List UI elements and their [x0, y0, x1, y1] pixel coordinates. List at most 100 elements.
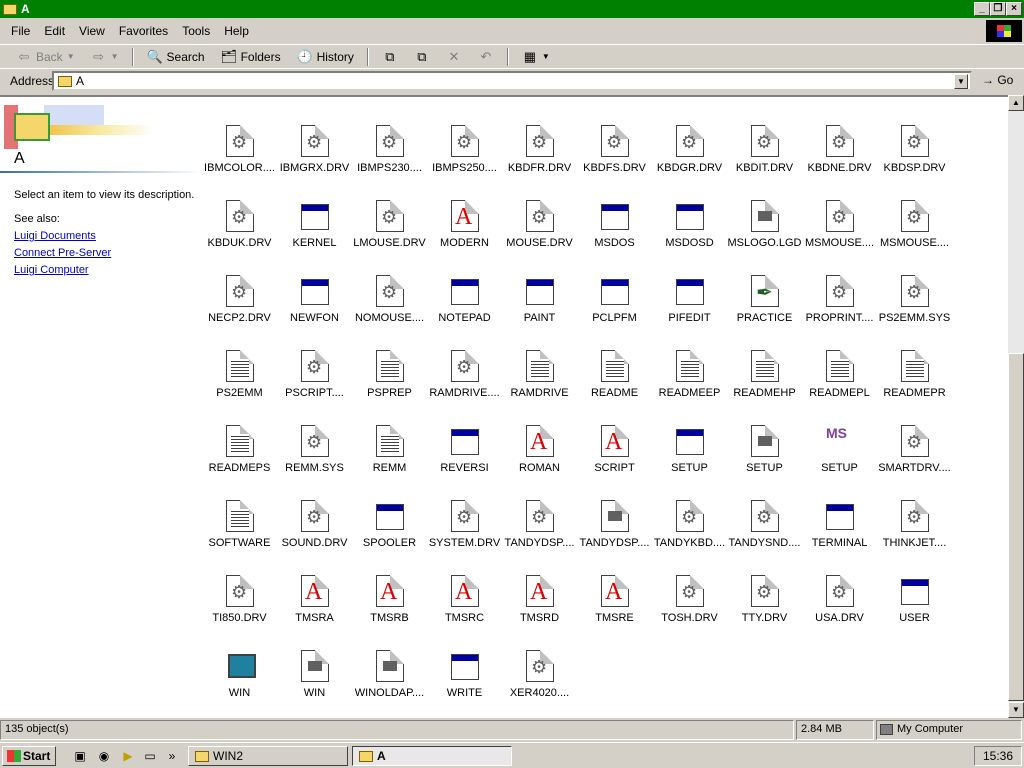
menu-tools[interactable]: Tools — [175, 24, 217, 38]
scroll-thumb[interactable] — [1008, 353, 1024, 701]
link-connect-pre-server[interactable]: Connect Pre-Server — [14, 247, 111, 259]
menu-file[interactable]: File — [4, 24, 37, 38]
restore-button[interactable]: ❐ — [990, 2, 1006, 16]
file-item[interactable]: WIN — [277, 650, 352, 718]
file-item[interactable]: NOMOUSE.... — [352, 275, 427, 345]
scroll-down-button[interactable]: ▼ — [1008, 702, 1024, 718]
file-item[interactable]: SYSTEM.DRV — [427, 500, 502, 570]
file-item[interactable]: SOFTWARE — [202, 500, 277, 570]
file-item[interactable]: USER — [877, 575, 952, 645]
file-item[interactable]: WRITE — [427, 650, 502, 718]
file-item[interactable]: PSPREP — [352, 350, 427, 420]
taskbar-item-a[interactable]: A — [352, 746, 512, 766]
file-item[interactable]: READMEHP — [727, 350, 802, 420]
file-item[interactable]: TMSRE — [577, 575, 652, 645]
file-item[interactable]: SMARTDRV.... — [877, 425, 952, 495]
back-button[interactable]: ⇦ Back ▼ — [10, 46, 81, 68]
file-item[interactable]: TMSRA — [277, 575, 352, 645]
file-item[interactable]: TOSH.DRV — [652, 575, 727, 645]
start-button[interactable]: Start — [2, 746, 56, 766]
file-item[interactable]: MSMOUSE.... — [802, 200, 877, 270]
file-item[interactable]: USA.DRV — [802, 575, 877, 645]
file-item[interactable]: SETUP — [652, 425, 727, 495]
history-button[interactable]: 🕘 History — [291, 46, 360, 68]
file-item[interactable]: MOUSE.DRV — [502, 200, 577, 270]
file-item[interactable]: NOTEPAD — [427, 275, 502, 345]
menu-help[interactable]: Help — [217, 24, 256, 38]
file-item[interactable]: TERMINAL — [802, 500, 877, 570]
file-item[interactable]: TI850.DRV — [202, 575, 277, 645]
minimize-button[interactable]: _ — [974, 2, 990, 16]
file-item[interactable]: MSMOUSE.... — [877, 200, 952, 270]
file-item[interactable]: TTY.DRV — [727, 575, 802, 645]
file-item[interactable]: IBMPS250.... — [427, 125, 502, 195]
file-item[interactable]: PROPRINT.... — [802, 275, 877, 345]
link-luigi-documents[interactable]: Luigi Documents — [14, 230, 96, 242]
file-item[interactable]: KBDFR.DRV — [502, 125, 577, 195]
file-item[interactable]: KBDNE.DRV — [802, 125, 877, 195]
file-item[interactable]: KBDIT.DRV — [727, 125, 802, 195]
file-item[interactable]: KBDUK.DRV — [202, 200, 277, 270]
file-item[interactable]: TANDYDSP.... — [502, 500, 577, 570]
file-item[interactable]: READMEPL — [802, 350, 877, 420]
file-item[interactable]: RAMDRIVE.... — [427, 350, 502, 420]
file-item[interactable]: READMEPR — [877, 350, 952, 420]
move-to-button[interactable]: ⧉ — [376, 46, 404, 68]
file-item[interactable]: NEWFON — [277, 275, 352, 345]
file-item[interactable]: MSLOGO.LGD — [727, 200, 802, 270]
file-item[interactable]: LMOUSE.DRV — [352, 200, 427, 270]
file-item[interactable]: README — [577, 350, 652, 420]
file-item[interactable]: KBDFS.DRV — [577, 125, 652, 195]
menu-view[interactable]: View — [72, 24, 112, 38]
file-item[interactable]: IBMCOLOR.... — [202, 125, 277, 195]
file-item[interactable]: SOUND.DRV — [277, 500, 352, 570]
file-item[interactable]: PCLPFM — [577, 275, 652, 345]
vertical-scrollbar[interactable]: ▲ ▼ — [1008, 95, 1024, 718]
file-item[interactable]: SPOOLER — [352, 500, 427, 570]
close-button[interactable]: × — [1006, 2, 1022, 16]
file-item[interactable]: THINKJET.... — [877, 500, 952, 570]
file-item[interactable]: SETUP — [727, 425, 802, 495]
file-item[interactable]: TANDYDSP.... — [577, 500, 652, 570]
address-dropdown-button[interactable]: ▼ — [954, 74, 968, 89]
folders-button[interactable]: 🗂 Folders — [215, 46, 287, 68]
file-item[interactable]: PSCRIPT.... — [277, 350, 352, 420]
media-player-icon[interactable]: ▶ — [120, 748, 136, 764]
file-item[interactable]: REMM — [352, 425, 427, 495]
file-item[interactable]: SETUP — [802, 425, 877, 495]
taskbar-item-win2[interactable]: WIN2 — [188, 746, 348, 766]
scroll-up-button[interactable]: ▲ — [1008, 95, 1024, 111]
file-item[interactable]: TMSRC — [427, 575, 502, 645]
link-luigi-computer[interactable]: Luigi Computer — [14, 264, 89, 276]
file-item[interactable]: PIFEDIT — [652, 275, 727, 345]
file-item[interactable]: TANDYKBD.... — [652, 500, 727, 570]
file-item[interactable]: MSDOS — [577, 200, 652, 270]
file-item[interactable]: SCRIPT — [577, 425, 652, 495]
file-item[interactable]: REVERSI — [427, 425, 502, 495]
title-bar[interactable]: A _ ❐ × — [0, 0, 1024, 18]
menu-favorites[interactable]: Favorites — [112, 24, 175, 38]
file-item[interactable]: TANDYSND.... — [727, 500, 802, 570]
file-item[interactable]: PRACTICE — [727, 275, 802, 345]
file-item[interactable]: TMSRB — [352, 575, 427, 645]
file-item[interactable]: READMEPS — [202, 425, 277, 495]
copy-to-button[interactable]: ⧉ — [408, 46, 436, 68]
go-button[interactable]: → Go — [982, 73, 1013, 87]
file-item[interactable]: XER4020.... — [502, 650, 577, 718]
file-item[interactable]: REMM.SYS — [277, 425, 352, 495]
file-item[interactable]: PS2EMM.SYS — [877, 275, 952, 345]
file-item[interactable]: MSDOSD — [652, 200, 727, 270]
file-item[interactable]: TMSRD — [502, 575, 577, 645]
file-item[interactable]: KBDGR.DRV — [652, 125, 727, 195]
file-item[interactable]: WIN — [202, 650, 277, 718]
menu-edit[interactable]: Edit — [37, 24, 72, 38]
file-item[interactable]: KBDSP.DRV — [877, 125, 952, 195]
undo-button[interactable]: ↶ — [472, 46, 500, 68]
internet-explorer-icon[interactable]: ◉ — [96, 748, 112, 764]
delete-button[interactable]: ✕ — [440, 46, 468, 68]
file-item[interactable]: RAMDRIVE — [502, 350, 577, 420]
file-item[interactable]: IBMGRX.DRV — [277, 125, 352, 195]
forward-button[interactable]: ⇨ ▼ — [85, 46, 125, 68]
file-item[interactable]: NECP2.DRV — [202, 275, 277, 345]
file-item[interactable]: READMEEP — [652, 350, 727, 420]
